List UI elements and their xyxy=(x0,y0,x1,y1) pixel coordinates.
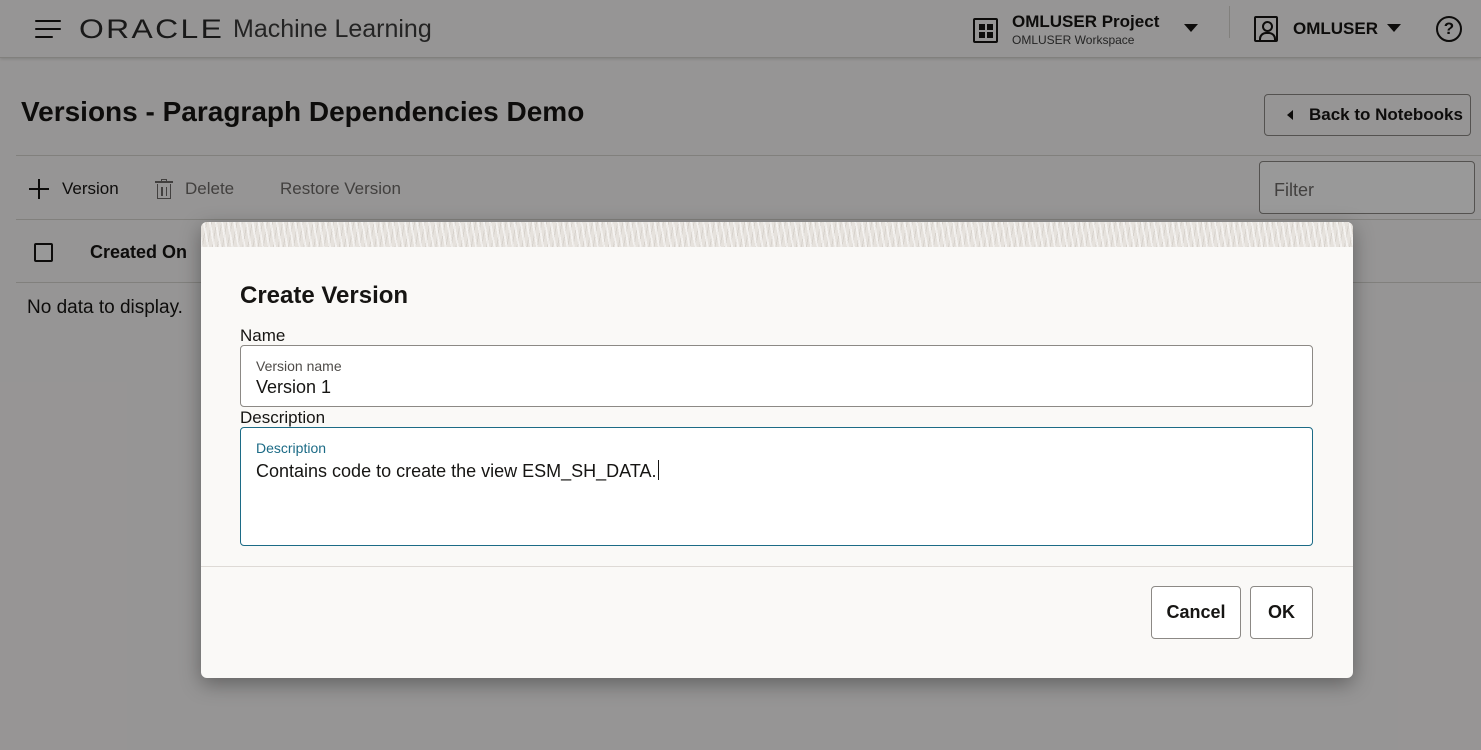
name-section-label: Name xyxy=(240,326,286,345)
description-value: Contains code to create the view ESM_SH_… xyxy=(256,461,657,481)
version-name-label: Version name xyxy=(256,358,342,374)
description-textarea[interactable]: Description Contains code to create the … xyxy=(240,427,1313,546)
dialog-title: Create Version xyxy=(240,282,409,309)
description-value-wrap: Contains code to create the view ESM_SH_… xyxy=(256,460,659,482)
create-version-dialog: Create Version Name Version name Version… xyxy=(201,222,1353,678)
dialog-footer-divider xyxy=(201,566,1353,567)
description-section-label: Description xyxy=(240,408,326,427)
version-name-value: Version 1 xyxy=(256,377,332,397)
text-cursor xyxy=(657,460,659,480)
ok-button[interactable]: OK xyxy=(1250,586,1313,639)
dialog-header-band xyxy=(201,222,1353,247)
version-name-input[interactable]: Version name Version 1 xyxy=(240,345,1313,407)
description-field-label: Description xyxy=(256,440,327,456)
cancel-button[interactable]: Cancel xyxy=(1151,586,1241,639)
